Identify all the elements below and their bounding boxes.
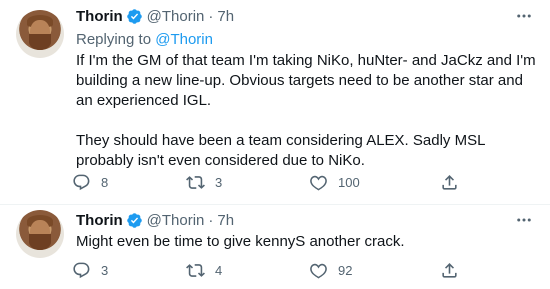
like-count: 100 [338,174,360,190]
timestamp[interactable]: 7h [217,8,234,25]
separator-dot: · [208,211,214,229]
reply-icon [73,262,90,278]
replying-label: Replying to [76,31,152,48]
author-name[interactable]: Thorin [76,8,123,25]
retweet-icon [186,263,205,277]
like-count: 92 [338,262,353,278]
tweet-header: Thorin @Thorin · 7h [76,6,234,26]
tweet-text-paragraph-1: If I'm the GM of that team I'm taking Ni… [76,52,536,109]
author-name[interactable]: Thorin [76,212,123,229]
retweet-icon [186,175,205,189]
timestamp[interactable]: 7h [217,212,234,229]
tweet[interactable]: Thorin @Thorin · 7h Might even be time t… [0,205,550,289]
share-button[interactable] [440,173,459,192]
reply-count: 3 [101,262,109,278]
share-button[interactable] [440,261,459,280]
reply-count: 8 [101,174,109,190]
retweet-button[interactable]: 3 [186,173,222,192]
more-dots-icon[interactable] [514,210,534,230]
replying-to: Replying to @Thorin [76,31,213,48]
tweet[interactable]: Thorin @Thorin · 7h Replying to @Thorin … [0,0,550,205]
retweet-count: 4 [215,262,223,278]
reply-button[interactable]: 3 [72,261,108,280]
share-icon [442,262,457,278]
author-handle[interactable]: @Thorin [147,8,205,25]
retweet-button[interactable]: 4 [186,261,222,280]
like-button[interactable]: 92 [309,261,352,280]
reply-icon [73,174,90,190]
heart-icon [310,263,327,278]
share-icon [442,174,457,190]
verified-badge-icon [126,212,142,228]
tweet-text: Might even be time to give kennyS anothe… [76,233,405,250]
heart-icon [310,175,327,190]
reply-button[interactable]: 8 [72,173,108,192]
separator-dot: · [208,7,214,25]
avatar[interactable] [16,210,64,258]
tweet-header: Thorin @Thorin · 7h [76,210,234,230]
more-dots-icon[interactable] [514,6,534,26]
tweet-text-paragraph-2: They should have been a team considering… [76,132,485,169]
author-handle[interactable]: @Thorin [147,212,205,229]
retweet-count: 3 [215,174,223,190]
replying-handle-link[interactable]: @Thorin [155,31,213,48]
avatar[interactable] [16,10,64,58]
verified-badge-icon [126,8,142,24]
like-button[interactable]: 100 [309,173,360,192]
